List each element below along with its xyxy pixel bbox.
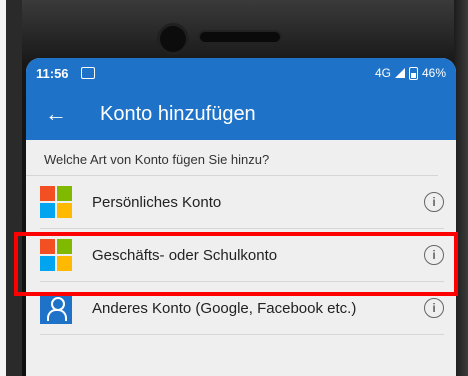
app-bar: ← Konto hinzufügen xyxy=(26,88,456,140)
front-camera xyxy=(160,26,186,52)
account-type-prompt: Welche Art von Konto fügen Sie hinzu? xyxy=(26,140,438,176)
highlight-box xyxy=(14,232,458,296)
status-bar: 11:56 4G 46% xyxy=(26,58,456,88)
earpiece xyxy=(200,32,280,42)
network-label: 4G xyxy=(374,66,391,80)
arrow-left-icon[interactable]: ← xyxy=(26,101,86,127)
phone-screen: 11:56 4G 46% ← Konto hinzufügen Welche A… xyxy=(26,58,456,376)
phone-edge-left xyxy=(0,0,22,376)
account-option-label: Anderes Konto (Google, Facebook etc.) xyxy=(92,299,357,317)
account-option-personal[interactable]: Persönliches Konto i xyxy=(40,176,444,229)
microsoft-logo-icon xyxy=(40,186,72,218)
battery-icon xyxy=(408,66,418,80)
status-time: 11:56 xyxy=(36,65,69,81)
page-title: Konto hinzufügen xyxy=(100,102,256,125)
account-option-label: Persönliches Konto xyxy=(92,193,222,211)
signal-icon xyxy=(394,68,405,78)
status-right: 4G 46% xyxy=(375,66,446,80)
phone-edge-right xyxy=(454,0,468,376)
info-icon[interactable]: i xyxy=(424,298,444,318)
person-icon xyxy=(40,292,72,324)
info-icon[interactable]: i xyxy=(424,192,444,212)
battery-percent: 46% xyxy=(421,66,446,80)
notification-icon xyxy=(80,67,95,79)
